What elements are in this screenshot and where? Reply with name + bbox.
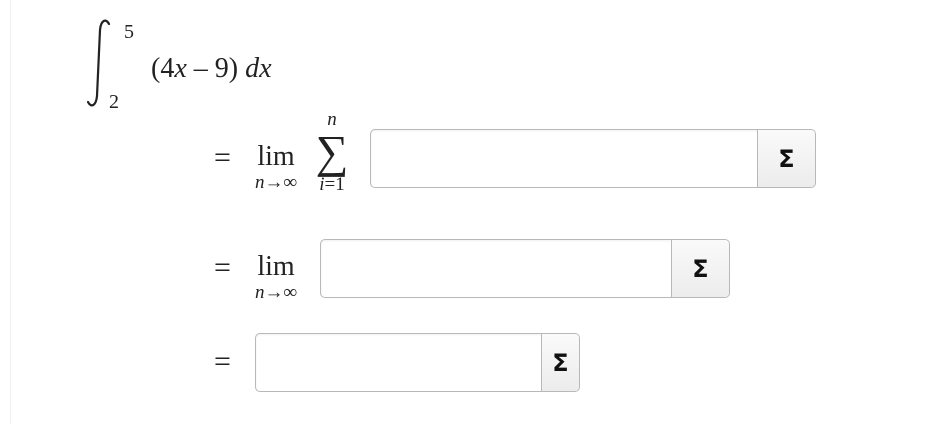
answer-input-2[interactable] — [321, 240, 671, 297]
math-palette-button-3[interactable]: Σ — [541, 334, 579, 391]
equals-sign-3: = — [214, 345, 231, 378]
lim-subscript-2: n→∞ — [254, 282, 298, 303]
calculus-question: 5 2 (4x – 9) dx = lim n→∞ n ∑ i=1 Σ = li… — [0, 0, 928, 424]
left-divider — [10, 0, 11, 424]
summation-lower-bound: i=1 — [309, 174, 355, 196]
integrand: (4x – 9) dx — [151, 52, 272, 86]
integral-upper-limit: 5 — [124, 21, 134, 43]
answer-field-2: Σ — [320, 239, 730, 298]
equals-sign-2: = — [214, 251, 231, 284]
limit-expression-2: lim n→∞ — [246, 252, 306, 304]
answer-field-3: Σ — [255, 333, 580, 392]
answer-input-3[interactable] — [256, 334, 541, 391]
limit-expression-1: lim n→∞ — [246, 142, 306, 194]
answer-field-1: Σ — [370, 129, 816, 188]
math-palette-button-1[interactable]: Σ — [757, 130, 815, 187]
lim-label-2: lim — [257, 251, 295, 282]
integral-lower-limit: 2 — [109, 91, 119, 113]
summation-index-start: =1 — [324, 174, 345, 195]
lim-label-1: lim — [257, 141, 295, 172]
summation-expression: n ∑ i=1 — [309, 110, 355, 196]
integrand-rest: – 9) — [186, 53, 246, 84]
equals-sign-1: = — [214, 141, 231, 174]
integrand-variable: x — [174, 53, 187, 84]
math-palette-button-2[interactable]: Σ — [671, 240, 729, 297]
integrand-open: (4 — [151, 53, 175, 84]
lim-subscript-1: n→∞ — [254, 172, 298, 193]
answer-input-1[interactable] — [371, 130, 757, 187]
integral-differential: dx — [245, 53, 272, 84]
summation-sigma-icon: ∑ — [315, 126, 349, 177]
